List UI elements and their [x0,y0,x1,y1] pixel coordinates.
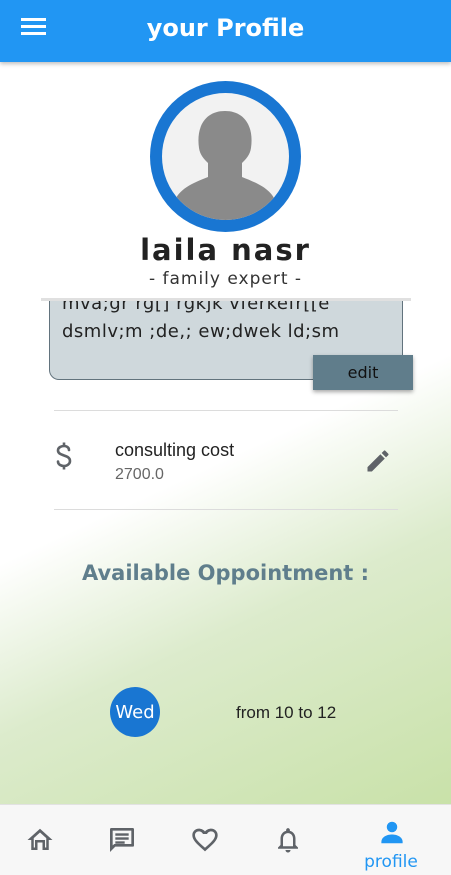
heart-icon [192,828,218,852]
page-title: your Profile [146,14,305,42]
dollar-icon [54,441,74,471]
nav-chat[interactable] [80,805,165,875]
edit-bio-button[interactable]: edit [313,355,413,390]
nav-profile-label: profile [364,852,418,872]
divider [54,509,398,510]
chat-icon [110,828,134,852]
divider [54,410,398,411]
bio-line: mva;gr rg[] rgkjk vferkefr[[e [62,301,330,314]
app-bar: your Profile [0,0,451,62]
nav-home[interactable] [0,805,80,875]
time-range: from 10 to 12 [236,703,337,722]
profile-name: laila nasr [140,233,311,267]
bio-text: mva;gr rg[] rgkjk vferkefr[[e dsmlv;m ;d… [62,301,392,346]
consulting-cost-value: 2700.0 [115,466,164,483]
availability-heading: Available Oppointment : [81,561,370,585]
avatar [150,81,301,232]
bio-line: dsmlv;m ;de,; ew;dwek ld;sm [62,321,340,342]
bottom-nav: profile [0,804,451,875]
profile-role: - family expert - [148,269,303,289]
day-badge: Wed [110,687,160,737]
bell-icon [278,828,298,853]
nav-notifications[interactable] [247,805,331,875]
person-silhouette-icon [170,111,280,220]
avatar-placeholder [162,93,289,220]
nav-profile[interactable]: profile [331,805,451,875]
home-icon [27,828,53,850]
nav-favorites[interactable] [165,805,247,875]
person-icon [381,821,403,844]
edit-pencil-icon[interactable] [364,447,392,475]
consulting-cost-label: consulting cost [115,440,235,460]
